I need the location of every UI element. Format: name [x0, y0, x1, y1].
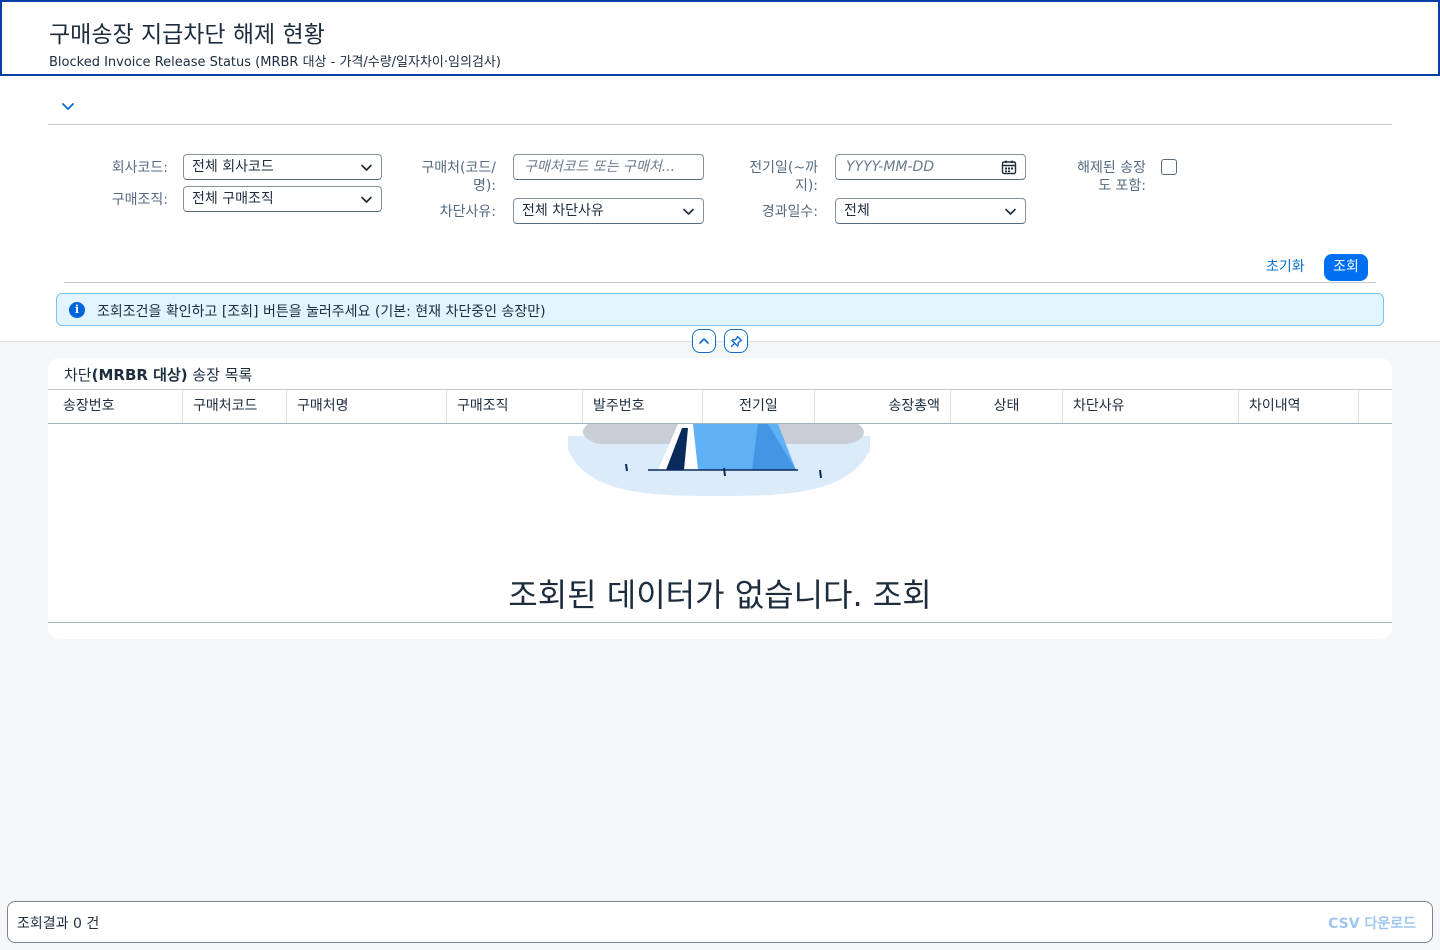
page-subtitle: Blocked Invoice Release Status (MRBR 대상 … — [49, 55, 501, 70]
table-title: 차단(MRBR 대상) 송장 목록 — [64, 364, 252, 385]
vendor-label-line2: 명): — [472, 178, 496, 194]
divider — [0, 341, 1440, 342]
column-header[interactable]: 구매처코드 — [183, 390, 287, 423]
footer-bar: 조회결과 0 건 CSV 다운로드 — [7, 901, 1433, 943]
column-header[interactable]: 송장번호 — [53, 390, 183, 423]
page-header: 구매송장 지급차단 해제 현황 Blocked Invoice Release … — [0, 0, 1440, 76]
no-data-illustration — [568, 424, 870, 496]
chevron-down-icon — [683, 208, 694, 215]
reset-button[interactable]: 초기화 — [1258, 256, 1313, 278]
column-header[interactable]: 차이내역 — [1239, 390, 1359, 423]
posting-date-label-line2: 지): — [794, 178, 818, 194]
vendor-label: 구매처(코드/ 명): — [400, 159, 496, 195]
column-header[interactable]: 송장총액 — [815, 390, 951, 423]
info-message-strip: i 조회조건을 확인하고 [조회] 버튼을 눌러주세요 (기본: 현재 차단중인… — [56, 293, 1384, 326]
page-title: 구매송장 지급차단 해제 현황 — [49, 22, 325, 48]
pin-header-button[interactable] — [724, 329, 748, 353]
company-code-select[interactable]: 전체 회사코드 — [183, 154, 382, 180]
include-released-checkbox[interactable] — [1161, 159, 1177, 175]
purch-org-label: 구매조직: — [111, 192, 168, 208]
table-title-suffix: 송장 목록 — [187, 366, 253, 384]
info-icon: i — [69, 302, 85, 318]
empty-state-message: 조회된 데이터가 없습니다. 조회 — [508, 576, 932, 614]
elapsed-days-select[interactable]: 전체 — [835, 198, 1026, 224]
calendar-icon[interactable] — [1001, 159, 1017, 175]
purch-org-select[interactable]: 전체 구매조직 — [183, 186, 382, 212]
column-header[interactable]: 전기일 — [703, 390, 815, 423]
include-released-label-line2: 도 포함: — [1098, 178, 1146, 194]
block-reason-value: 전체 차단사유 — [522, 203, 604, 219]
pin-icon — [730, 335, 743, 348]
csv-download-button[interactable]: CSV 다운로드 — [1328, 913, 1416, 933]
elapsed-days-value: 전체 — [844, 203, 870, 219]
column-header[interactable]: 발주번호 — [583, 390, 703, 423]
chevron-down-icon — [361, 164, 372, 171]
vendor-placeholder: 구매처코드 또는 구매처... — [524, 159, 676, 175]
info-message: 조회조건을 확인하고 [조회] 버튼을 눌러주세요 (기본: 현재 차단중인 송… — [97, 304, 546, 320]
posting-date-label: 전기일(~까 지): — [728, 159, 818, 195]
divider — [48, 622, 1392, 623]
include-released-label: 해제된 송장 도 포함: — [1050, 159, 1146, 195]
result-count: 조회결과 0 건 — [17, 916, 100, 932]
divider — [48, 124, 1392, 125]
company-code-label: 회사코드: — [111, 160, 168, 176]
posting-date-placeholder: YYYY-MM-DD — [846, 159, 935, 175]
table-title-bold: (MRBR 대상) — [91, 366, 188, 384]
company-code-value: 전체 회사코드 — [192, 159, 274, 175]
chevron-up-icon — [699, 338, 709, 344]
block-reason-select[interactable]: 전체 차단사유 — [513, 198, 704, 224]
purch-org-value: 전체 구매조직 — [192, 191, 274, 207]
include-released-label-line1: 해제된 송장 — [1077, 160, 1146, 176]
vendor-label-line1: 구매처(코드/ — [421, 160, 496, 176]
column-header[interactable]: 구매처명 — [287, 390, 447, 423]
search-button[interactable]: 조회 — [1324, 254, 1368, 281]
vendor-input[interactable]: 구매처코드 또는 구매처... — [513, 154, 704, 180]
divider — [64, 282, 1376, 283]
posting-date-label-line1: 전기일(~까 — [749, 160, 818, 176]
invoice-table: 차단(MRBR 대상) 송장 목록 송장번호 구매처코드 구매처명 구매조직 발… — [48, 358, 1392, 639]
column-header[interactable]: 구매조직 — [447, 390, 583, 423]
collapse-header-button[interactable] — [692, 329, 716, 353]
posting-date-input[interactable]: YYYY-MM-DD — [835, 154, 1026, 180]
column-header[interactable]: 상태 — [951, 390, 1063, 423]
block-reason-label: 차단사유: — [439, 204, 496, 220]
column-header[interactable]: 차단사유 — [1063, 390, 1239, 423]
chevron-down-icon — [1005, 208, 1016, 215]
table-header: 송장번호 구매처코드 구매처명 구매조직 발주번호 전기일 송장총액 상태 차단… — [48, 389, 1392, 424]
elapsed-days-label: 경과일수: — [761, 204, 818, 220]
table-title-prefix: 차단 — [64, 366, 92, 384]
chevron-down-icon[interactable] — [60, 98, 76, 114]
chevron-down-icon — [361, 196, 372, 203]
